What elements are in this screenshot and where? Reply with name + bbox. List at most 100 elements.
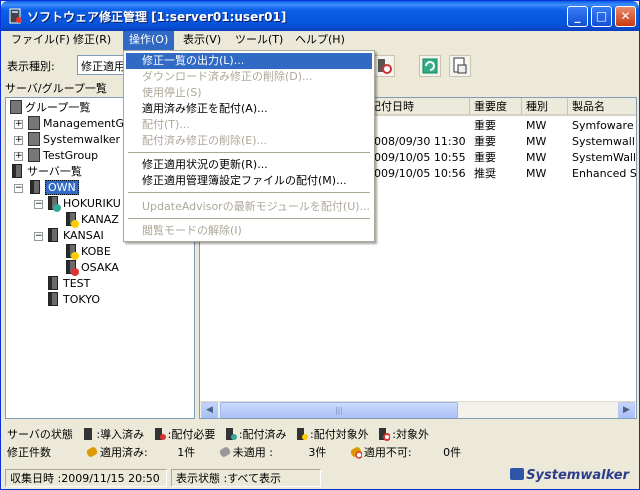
tree-server-osaka[interactable]: OSAKA <box>64 260 119 276</box>
server-group-list-header: サーバ/グループ一覧 <box>5 82 107 95</box>
close-button[interactable]: ✕ <box>615 6 636 27</box>
expand-toggle[interactable]: + <box>14 136 23 145</box>
menu-view[interactable]: 表示(V) <box>177 31 227 50</box>
menu-item-update-status[interactable]: 修正適用状況の更新(R)... <box>126 157 372 173</box>
title-bar[interactable]: ソフトウェア修正管理 [1:server01:user01] _ □ ✕ <box>1 1 639 31</box>
menu-item-exit-view-mode[interactable]: 閲覧モードの解除(I) <box>126 223 372 239</box>
display-state: 表示状態 :すべて表示 <box>171 469 321 487</box>
excluded-icon <box>378 427 392 441</box>
tree-groups-root[interactable]: グループ一覧 <box>10 100 90 116</box>
refresh-icon[interactable] <box>419 55 441 77</box>
server-icon <box>48 276 58 290</box>
table-cell: Enhanced S <box>572 167 637 180</box>
collapse-toggle[interactable]: − <box>34 200 43 209</box>
tree-group-item[interactable]: Systemwalker <box>28 132 120 148</box>
column-header-product[interactable]: 製品名 <box>568 98 636 116</box>
minimize-button[interactable]: _ <box>567 6 588 27</box>
server-icon <box>12 164 22 178</box>
collapse-toggle[interactable]: − <box>34 232 43 241</box>
menu-item-distribute-config[interactable]: 修正適用管理簿設定ファイルの配付(M)... <box>126 173 372 189</box>
table-cell: MW <box>526 119 547 132</box>
tree-group-item[interactable]: ManagementGr <box>28 116 129 132</box>
scroll-right-button[interactable]: ▶ <box>618 402 635 418</box>
menu-tools[interactable]: ツール(T) <box>229 31 289 50</box>
brand-logo: Systemwalker <box>510 468 629 483</box>
operation-dropdown-menu: 修正一覧の出力(L)... ダウンロード済み修正の削除(D)... 使用停止(S… <box>123 50 375 242</box>
menu-separator <box>128 152 370 153</box>
collapse-toggle[interactable]: − <box>14 184 23 193</box>
export-icon[interactable] <box>449 55 471 77</box>
applied-icon <box>86 445 98 459</box>
menu-help[interactable]: ヘルプ(H) <box>289 31 351 50</box>
menu-item-delete-downloaded[interactable]: ダウンロード済み修正の削除(D)... <box>126 69 372 85</box>
table-cell: Symfoware <box>572 119 634 132</box>
server-icon <box>48 228 58 242</box>
server-icon <box>30 180 40 194</box>
status-bar: 収集日時 :2009/11/15 20:50 表示状態 :すべて表示 Syste… <box>1 466 639 489</box>
table-cell: 重要 <box>474 151 496 164</box>
table-cell: MW <box>526 135 547 148</box>
table-cell: 008/09/30 11:30 <box>374 135 466 148</box>
table-cell: Systemwall <box>572 135 635 148</box>
group-folder-icon <box>10 100 22 114</box>
group-icon <box>28 148 40 162</box>
scroll-left-button[interactable]: ◀ <box>201 402 218 418</box>
menu-item-stop-use[interactable]: 使用停止(S) <box>126 85 372 101</box>
not-target-icon <box>296 427 309 441</box>
column-header-type[interactable]: 種別 <box>522 98 568 116</box>
server-tool-icon[interactable] <box>373 55 395 77</box>
patch-count-legend: 修正件数 適用済み: 1件 未適用 : 3件 適用不可: 0件 <box>7 445 462 459</box>
table-cell: MW <box>526 151 547 164</box>
tree-server-kanazawa[interactable]: KANAZ <box>64 212 119 228</box>
tree-servers-root[interactable]: サーバ一覧 <box>10 164 82 180</box>
table-cell: 009/10/05 10:56 <box>374 167 466 180</box>
window-title: ソフトウェア修正管理 [1:server01:user01] <box>27 10 287 24</box>
table-cell: 重要 <box>474 135 496 148</box>
server-state-legend: サーバの状態 :導入済み :配付必要 :配付済み :配付対象外 :対象外 <box>7 427 429 441</box>
horizontal-scrollbar[interactable]: ◀ ||| ▶ <box>200 401 636 418</box>
menu-item-distribute-updateadvisor[interactable]: UpdateAdvisorの最新モジュールを配付(U)... <box>126 199 372 215</box>
group-icon <box>28 132 40 146</box>
tree-server-hokuriku[interactable]: HOKURIKU <box>46 196 121 212</box>
expand-toggle[interactable]: + <box>14 152 23 161</box>
group-icon <box>28 116 40 130</box>
table-cell: SystemWall <box>572 151 637 164</box>
display-type-label: 表示種別: <box>7 60 55 73</box>
distributed-icon <box>225 427 237 441</box>
server-distributed-icon <box>48 196 61 212</box>
not-applicable-icon <box>350 445 363 459</box>
tree-server-kansai[interactable]: KANSAI <box>46 228 104 244</box>
main-window: ソフトウェア修正管理 [1:server01:user01] _ □ ✕ ファイ… <box>0 0 640 490</box>
scroll-thumb[interactable]: ||| <box>220 402 458 418</box>
tree-server-own[interactable]: OWN <box>28 180 79 196</box>
display-type-select[interactable]: 修正適用 <box>77 55 127 75</box>
table-cell: 009/10/05 10:55 <box>374 151 466 164</box>
menu-item-delete-distributed[interactable]: 配付済み修正の削除(E)... <box>126 133 372 149</box>
not-applied-icon <box>219 445 231 459</box>
menu-fix[interactable]: 修正(R) <box>67 31 117 50</box>
systemwalker-logo-icon <box>510 468 525 480</box>
menu-item-export-list[interactable]: 修正一覧の出力(L)... <box>126 53 372 69</box>
table-cell: 推奨 <box>474 167 496 180</box>
server-warning-icon <box>66 244 79 260</box>
installed-icon <box>82 427 94 441</box>
tree-server-kobe[interactable]: KOBE <box>64 244 111 260</box>
tree-server-tokyo[interactable]: TOKYO <box>46 292 100 308</box>
tree-server-test[interactable]: TEST <box>46 276 90 292</box>
column-header-severity[interactable]: 重要度 <box>470 98 522 116</box>
collection-time: 収集日時 :2009/11/15 20:50 <box>5 469 167 487</box>
table-cell: MW <box>526 167 547 180</box>
menu-item-distribute[interactable]: 配付(T)... <box>126 117 372 133</box>
menu-item-distribute-applied[interactable]: 適用済み修正を配付(A)... <box>126 101 372 117</box>
server-error-icon <box>66 260 79 276</box>
menu-separator <box>128 218 370 219</box>
maximize-button[interactable]: □ <box>591 6 612 27</box>
tree-group-item[interactable]: TestGroup <box>28 148 98 164</box>
expand-toggle[interactable]: + <box>14 120 23 129</box>
app-icon <box>7 8 23 24</box>
menu-separator <box>128 192 370 193</box>
server-warning-icon <box>66 212 79 228</box>
menu-operation[interactable]: 操作(O) <box>123 31 175 50</box>
table-cell: 重要 <box>474 119 496 132</box>
menu-file[interactable]: ファイル(F) <box>5 31 76 50</box>
